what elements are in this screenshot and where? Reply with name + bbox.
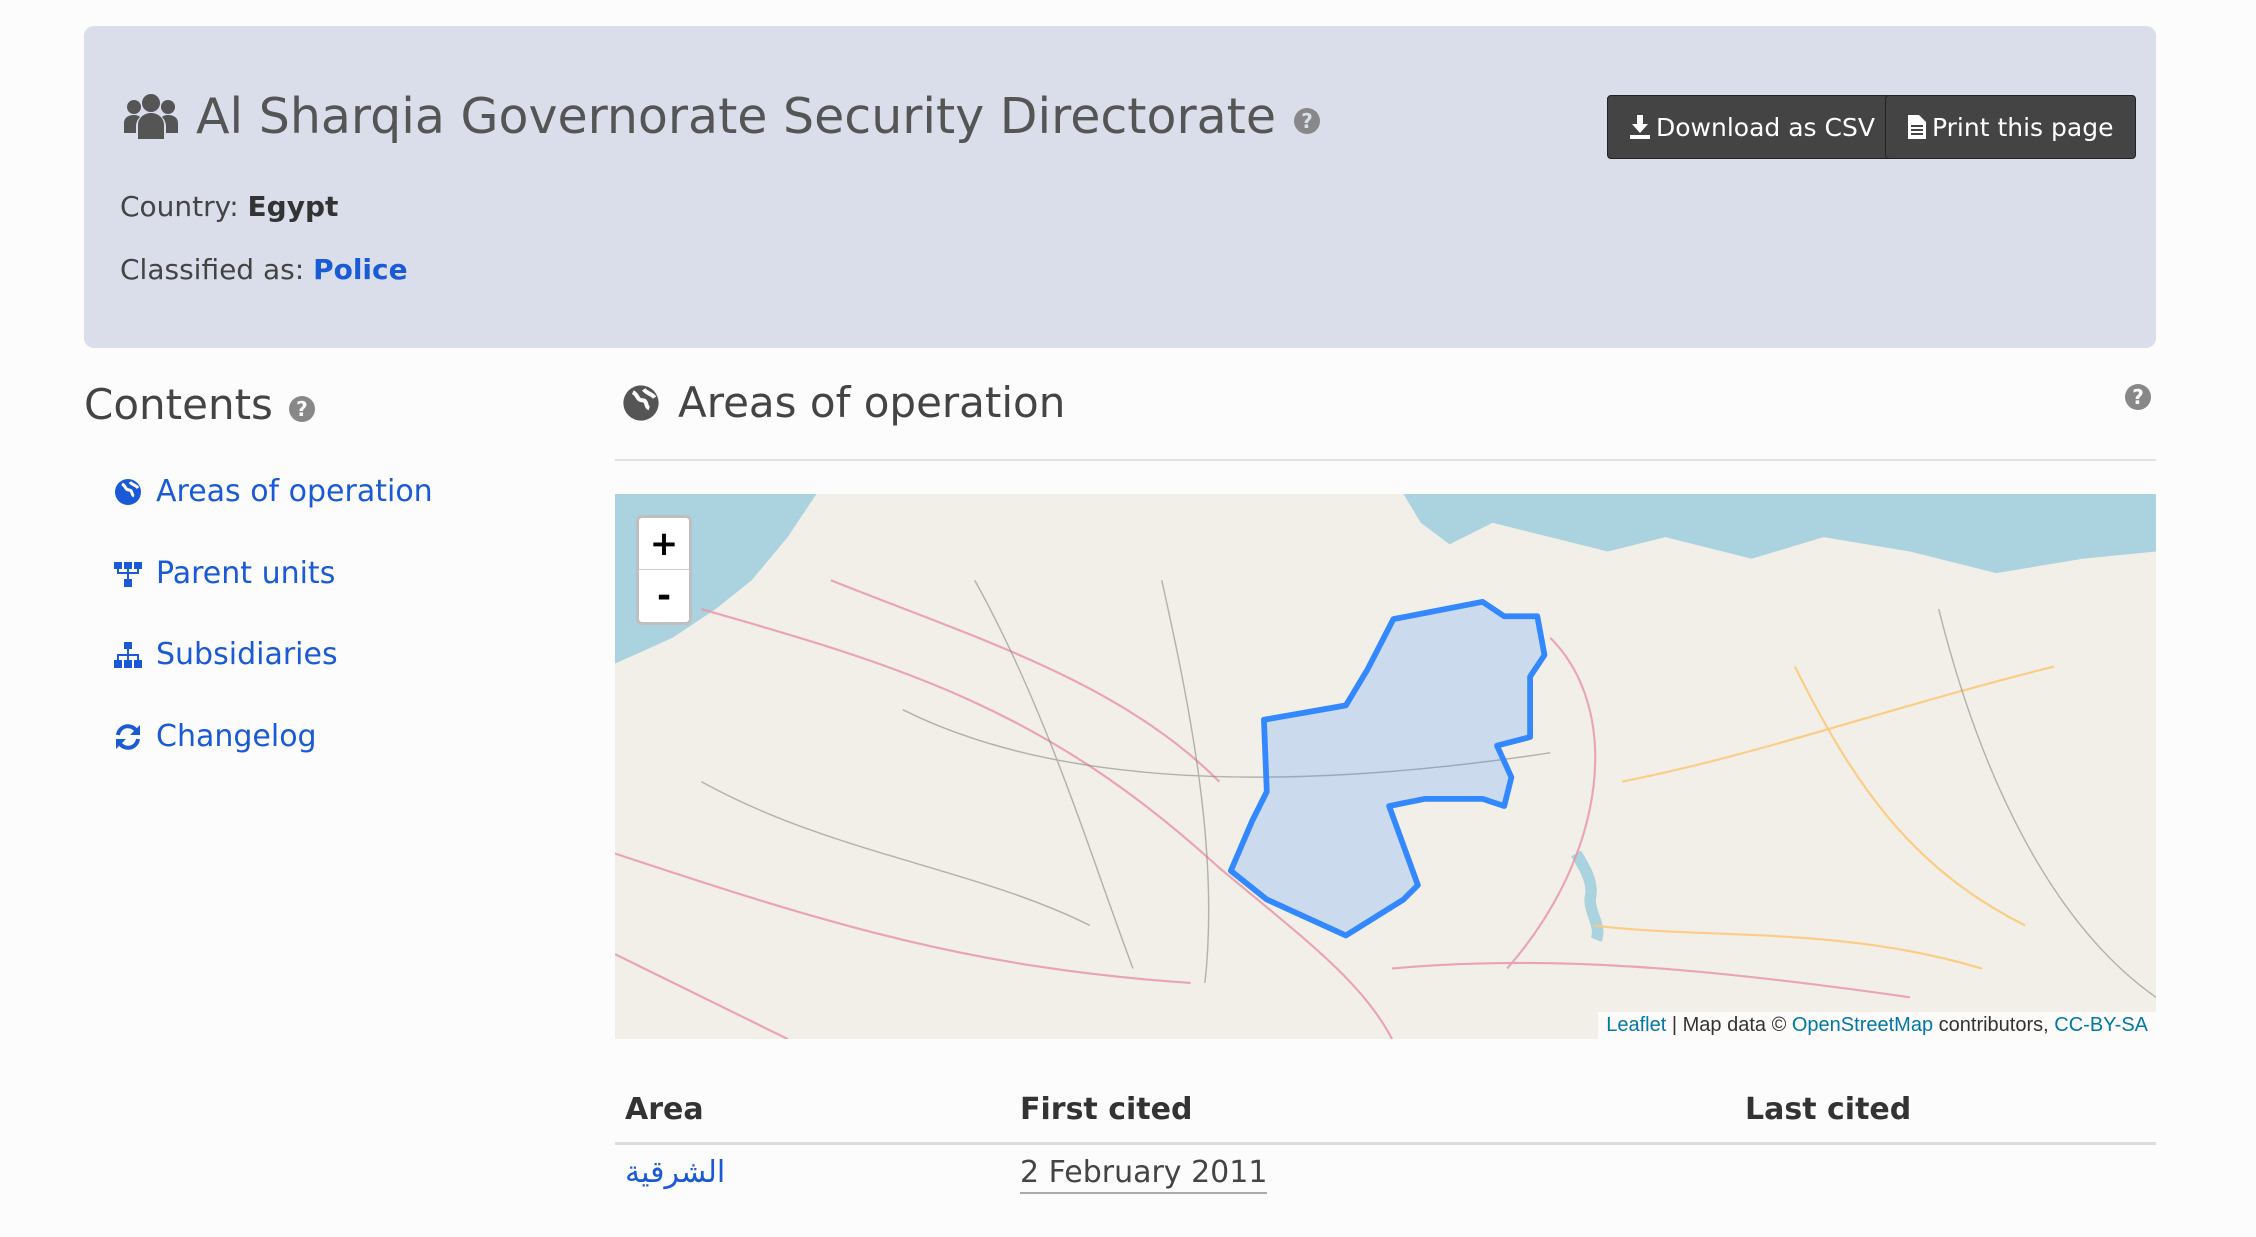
sidebar-item-label: Subsidiaries <box>156 637 338 672</box>
first-cited-value[interactable]: 2 February 2011 <box>1020 1155 1268 1194</box>
column-header-last-cited[interactable]: Last cited <box>1745 1092 1911 1127</box>
column-header-first-cited[interactable]: First cited <box>1020 1092 1192 1127</box>
classification-link[interactable]: Police <box>313 253 408 286</box>
sidebar-item-label: Changelog <box>156 719 317 754</box>
sidebar-item-areas-of-operation[interactable]: Areas of operation <box>114 474 433 509</box>
areas-map[interactable]: + - Leaflet | Map data © OpenStreetMap c… <box>615 494 2156 1039</box>
globe-icon <box>623 384 659 421</box>
table-header-divider <box>615 1142 2156 1145</box>
leaflet-link[interactable]: Leaflet <box>1606 1014 1666 1036</box>
area-polygon <box>1227 598 1548 939</box>
zoom-control: + - <box>636 515 692 625</box>
sidebar-item-subsidiaries[interactable]: Subsidiaries <box>114 637 338 672</box>
download-label: Download as CSV <box>1656 112 1875 142</box>
classification-line: Classified as: Police <box>120 253 408 286</box>
classified-label: Classified as: <box>120 253 305 286</box>
globe-icon <box>115 478 141 505</box>
country-value: Egypt <box>247 190 339 223</box>
download-csv-button[interactable]: Download as CSV <box>1607 95 1898 159</box>
country-label: Country: <box>120 190 239 223</box>
map-attribution: Leaflet | Map data © OpenStreetMap contr… <box>1598 1012 2156 1039</box>
zoom-in-button[interactable]: + <box>639 518 689 570</box>
help-icon[interactable]: ? <box>2125 384 2151 410</box>
sitemap-icon <box>114 641 142 668</box>
country-line: Country: Egypt <box>120 190 338 223</box>
sitemap-up-icon <box>114 561 142 587</box>
areas-heading: Areas of operation <box>622 378 1065 427</box>
download-icon <box>1630 115 1650 139</box>
users-icon <box>124 93 178 139</box>
page-title: Al Sharqia Governorate Security Director… <box>124 88 1321 145</box>
print-button[interactable]: Print this page <box>1885 95 2137 159</box>
help-icon[interactable]: ? <box>288 395 315 422</box>
divider <box>615 459 2156 461</box>
sidebar-item-label: Parent units <box>156 556 336 591</box>
sidebar-item-label: Areas of operation <box>156 474 433 509</box>
contributors-text: contributors, <box>1938 1014 2049 1036</box>
sidebar-item-changelog[interactable]: Changelog <box>114 719 317 754</box>
areas-title: Areas of operation <box>678 378 1066 427</box>
print-label: Print this page <box>1932 112 2114 142</box>
sidebar-item-parent-units[interactable]: Parent units <box>114 556 335 591</box>
unit-header: Al Sharqia Governorate Security Director… <box>84 26 2156 348</box>
contents-heading: Contents? <box>84 380 315 429</box>
area-link[interactable]: الشرقية <box>625 1155 725 1190</box>
refresh-icon <box>116 723 140 750</box>
map-tiles <box>615 494 2156 1039</box>
zoom-out-button[interactable]: - <box>639 570 689 622</box>
map-data-text: | Map data © <box>1671 1014 1787 1036</box>
title-text: Al Sharqia Governorate Security Director… <box>196 88 1277 145</box>
contents-title: Contents <box>84 380 273 429</box>
osm-link[interactable]: OpenStreetMap <box>1792 1014 1933 1036</box>
column-header-area[interactable]: Area <box>625 1092 704 1127</box>
help-icon[interactable]: ? <box>1294 107 1321 134</box>
file-icon <box>1908 115 1926 139</box>
license-link[interactable]: CC-BY-SA <box>2054 1014 2148 1036</box>
